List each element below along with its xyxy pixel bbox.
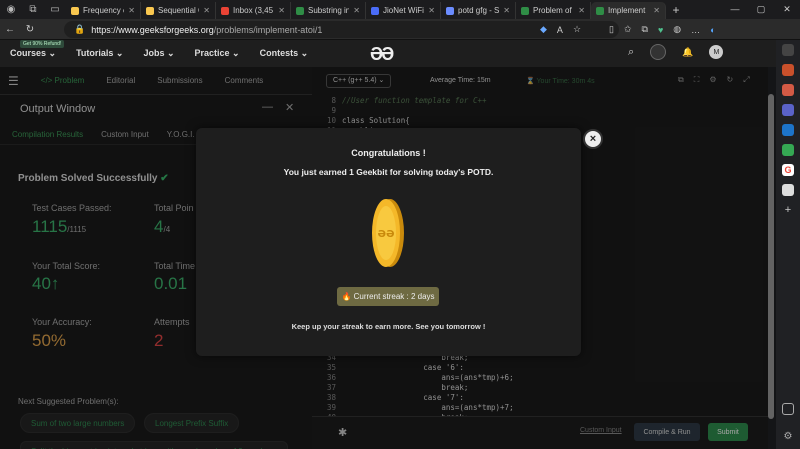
- modal-subtitle: You just earned 1 Geekbit for solving to…: [283, 167, 494, 177]
- close-tab-icon[interactable]: ✕: [578, 6, 585, 15]
- url-field[interactable]: 🔒 https://www.geeksforgeeks.org/problems…: [64, 21, 619, 38]
- nav-menu-item[interactable]: Jobs ⌄: [143, 48, 174, 59]
- browser-tab-bar: ◉ ⧉ ▭ Frequency c ✕ Sequential C ✕ Inbox (3,…: [0, 0, 800, 19]
- browser-tab[interactable]: JioNet WiFi ✕: [366, 2, 441, 19]
- drop-icon[interactable]: [782, 144, 794, 156]
- close-window-icon[interactable]: ✕: [774, 4, 800, 15]
- tab-favicon-icon: [71, 6, 79, 15]
- lock-icon: 🔒: [74, 24, 86, 34]
- tab-favicon-icon: [221, 6, 229, 15]
- cc-icon[interactable]: [782, 184, 794, 196]
- sidebar-layout-icon[interactable]: [782, 403, 794, 415]
- tab-favicon-icon: [371, 6, 379, 15]
- games-icon[interactable]: [782, 104, 794, 116]
- browser-tab[interactable]: Inbox (3,45 ✕: [216, 2, 291, 19]
- search-icon[interactable]: ⌕: [628, 46, 634, 59]
- browser-tab[interactable]: Implement ✕: [591, 2, 666, 19]
- health-icon[interactable]: ♥: [658, 25, 663, 35]
- url-host: https://www.geeksforgeeks.org: [91, 24, 214, 35]
- profile-avatar-icon[interactable]: ◍: [673, 24, 681, 35]
- tab-label: Inbox (3,45: [233, 6, 274, 15]
- maximize-icon[interactable]: ▢: [748, 4, 774, 15]
- avatar[interactable]: M: [709, 45, 724, 59]
- profile-icon[interactable]: ◉: [0, 0, 22, 19]
- url-path: /problems/implement-atoi/1: [213, 24, 323, 35]
- read-aloud-icon[interactable]: A: [557, 25, 563, 35]
- browser-tab[interactable]: Sequential C ✕: [141, 2, 216, 19]
- close-tab-icon[interactable]: ✕: [653, 6, 660, 15]
- close-tab-icon[interactable]: ✕: [503, 6, 510, 15]
- favorite-icon[interactable]: ☆: [573, 24, 581, 35]
- svg-text:ƏƏ: ƏƏ: [378, 229, 395, 240]
- notification-icon[interactable]: 🔔: [682, 47, 693, 58]
- tab-favicon-icon: [521, 6, 529, 15]
- close-tab-icon[interactable]: ✕: [428, 6, 435, 15]
- tab-favicon-icon: [146, 6, 154, 15]
- close-tab-icon[interactable]: ✕: [203, 6, 210, 15]
- tab-favicon-icon: [296, 6, 304, 15]
- streak-gear-icon[interactable]: [650, 44, 667, 60]
- search-icon[interactable]: [782, 44, 794, 56]
- address-bar-row: ← ↻ 🔒 https://www.geeksforgeeks.org/prob…: [0, 19, 800, 40]
- extension-icon[interactable]: ◆: [540, 24, 547, 35]
- more-icon[interactable]: …: [691, 25, 700, 35]
- tab-label: Implement: [608, 6, 646, 15]
- outlook-icon[interactable]: [782, 124, 794, 136]
- congrats-modal: Congratulations ! You just earned 1 Geek…: [196, 128, 581, 356]
- modal-close-button[interactable]: ×: [583, 129, 603, 149]
- nav-menu-item[interactable]: Courses ⌄: [10, 48, 56, 59]
- new-tab-button[interactable]: +: [666, 3, 686, 17]
- close-tab-icon[interactable]: ✕: [353, 6, 360, 15]
- browser-tab[interactable]: Problem of ✕: [516, 2, 591, 19]
- modal-title: Congratulations !: [351, 148, 426, 158]
- briefcase-icon[interactable]: [782, 64, 794, 76]
- modal-footer-text: Keep up your streak to earn more. See yo…: [291, 322, 486, 331]
- browser-tab[interactable]: Substring in ✕: [291, 2, 366, 19]
- back-icon[interactable]: ←: [0, 24, 20, 35]
- tab-label: potd gfg - S: [458, 6, 500, 15]
- gfg-logo[interactable]: ƏƏ: [370, 44, 394, 65]
- geekbit-coin-icon: ƏƏ: [372, 199, 404, 267]
- refund-badge[interactable]: Get 90% Refund!: [20, 40, 65, 48]
- close-tab-icon[interactable]: ✕: [128, 6, 135, 15]
- google-icon[interactable]: G: [782, 164, 794, 176]
- copilot-icon[interactable]: ◐: [710, 25, 715, 35]
- reload-icon[interactable]: ↻: [20, 24, 40, 35]
- browser-tab[interactable]: potd gfg - S ✕: [441, 2, 516, 19]
- tab-label: Sequential C: [158, 6, 200, 15]
- minimize-icon[interactable]: —: [722, 4, 748, 15]
- tab-label: Problem of: [533, 6, 572, 15]
- add-icon[interactable]: +: [782, 204, 794, 216]
- tab-actions-icon[interactable]: ▭: [44, 0, 66, 19]
- tab-label: JioNet WiFi: [383, 6, 424, 15]
- browser-tab[interactable]: Frequency c ✕: [66, 2, 141, 19]
- tab-label: Substring in: [308, 6, 350, 15]
- nav-menu-item[interactable]: Tutorials ⌄: [76, 48, 123, 59]
- tab-favicon-icon: [446, 6, 454, 15]
- nav-menu-item[interactable]: Practice ⌄: [195, 48, 240, 59]
- close-tab-icon[interactable]: ✕: [278, 6, 285, 15]
- nav-menu-item[interactable]: Contests ⌄: [260, 48, 309, 59]
- split-icon[interactable]: ▯: [609, 24, 614, 35]
- collections-icon[interactable]: ⧉: [642, 24, 648, 35]
- edge-sidebar: G + ⚙: [776, 40, 800, 449]
- settings-icon[interactable]: ⚙: [782, 431, 794, 443]
- favorites-icon[interactable]: ✩: [624, 24, 632, 35]
- tab-favicon-icon: [596, 6, 604, 15]
- current-streak-badge: 🔥 Current streak : 2 days: [337, 287, 439, 306]
- tools-icon[interactable]: [782, 84, 794, 96]
- workspaces-icon[interactable]: ⧉: [22, 0, 44, 19]
- tab-label: Frequency c: [83, 6, 125, 15]
